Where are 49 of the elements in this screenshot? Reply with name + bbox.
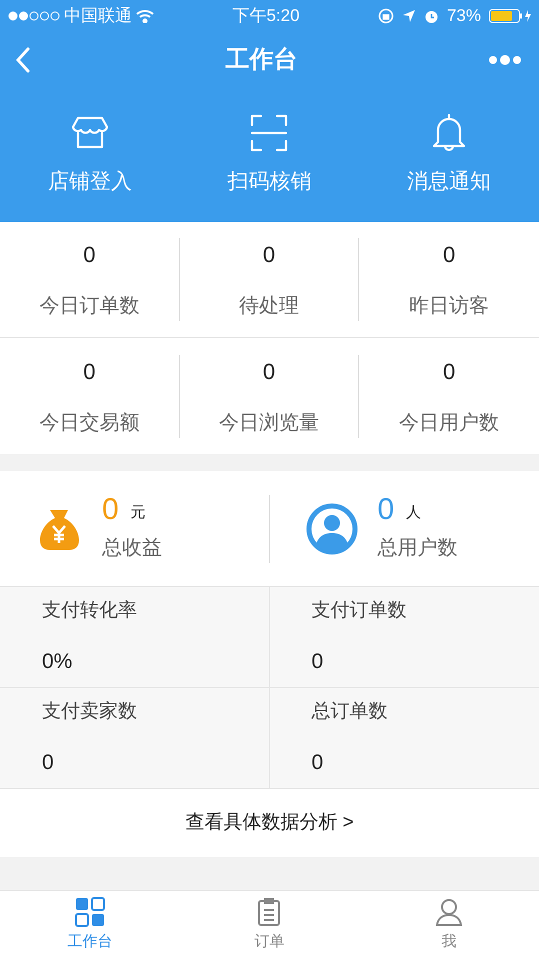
tab-item[interactable]: 我	[359, 891, 539, 960]
carrier-name: 中国联通	[64, 5, 132, 28]
back-chevron-icon	[16, 47, 30, 73]
metric-value: 0%	[42, 648, 74, 674]
summary-unit: 元	[130, 503, 146, 523]
shortcut-button[interactable]: 消息通知	[359, 112, 539, 198]
tab-item[interactable]: 工作台	[0, 891, 180, 960]
signal-icon	[8, 11, 60, 21]
stat-label: 今日订单数	[39, 294, 140, 319]
metric-label: 总订单数	[312, 700, 388, 724]
tab-item[interactable]: 订单	[180, 891, 360, 960]
stat-value: 0	[83, 358, 96, 386]
metric-value: 0	[312, 648, 324, 674]
summary-value: 0	[378, 494, 394, 524]
more-button[interactable]	[487, 54, 523, 66]
stat-label: 今日用户数	[399, 410, 500, 436]
stat-value: 0	[443, 358, 456, 386]
metric-label: 支付订单数	[312, 599, 408, 623]
stat-label: 昨日访客	[409, 294, 490, 319]
summary-value: 0	[102, 494, 119, 524]
metric-value: 0	[312, 750, 324, 776]
location-arrow-icon	[402, 9, 416, 23]
metric-label: 支付卖家数	[42, 700, 138, 724]
analysis-link[interactable]: 查看具体数据分析 >	[185, 808, 354, 838]
more-dots-icon	[488, 54, 522, 66]
status-time: 下午5:20	[232, 5, 300, 28]
alarm-icon	[424, 8, 439, 24]
stat-label: 待处理	[238, 294, 299, 319]
grid-icon	[74, 897, 105, 928]
wifi-icon	[136, 9, 154, 23]
battery-charging-icon	[489, 9, 531, 23]
stat-value: 0	[83, 241, 96, 269]
battery-percent: 73%	[446, 5, 481, 28]
summary-label: 总用户数	[378, 536, 458, 560]
stat-value: 0	[443, 241, 456, 269]
summary-label: 总收益	[102, 536, 162, 560]
shortcut-button[interactable]: 店铺登入	[0, 112, 180, 198]
stat-value: 0	[262, 241, 276, 269]
person-icon	[434, 897, 464, 928]
metric-label: 支付转化率	[42, 599, 138, 623]
rotation-lock-icon	[378, 8, 394, 24]
stat-label: 今日浏览量	[218, 410, 319, 436]
page-title: 工作台	[226, 45, 298, 75]
user-avatar-icon	[306, 502, 358, 554]
metric-value: 0	[42, 750, 55, 776]
summary-unit: 人	[406, 503, 422, 523]
stat-value: 0	[262, 358, 276, 386]
shortcut-button[interactable]: 扫码核销	[180, 112, 360, 198]
stat-label: 今日交易额	[39, 410, 140, 436]
